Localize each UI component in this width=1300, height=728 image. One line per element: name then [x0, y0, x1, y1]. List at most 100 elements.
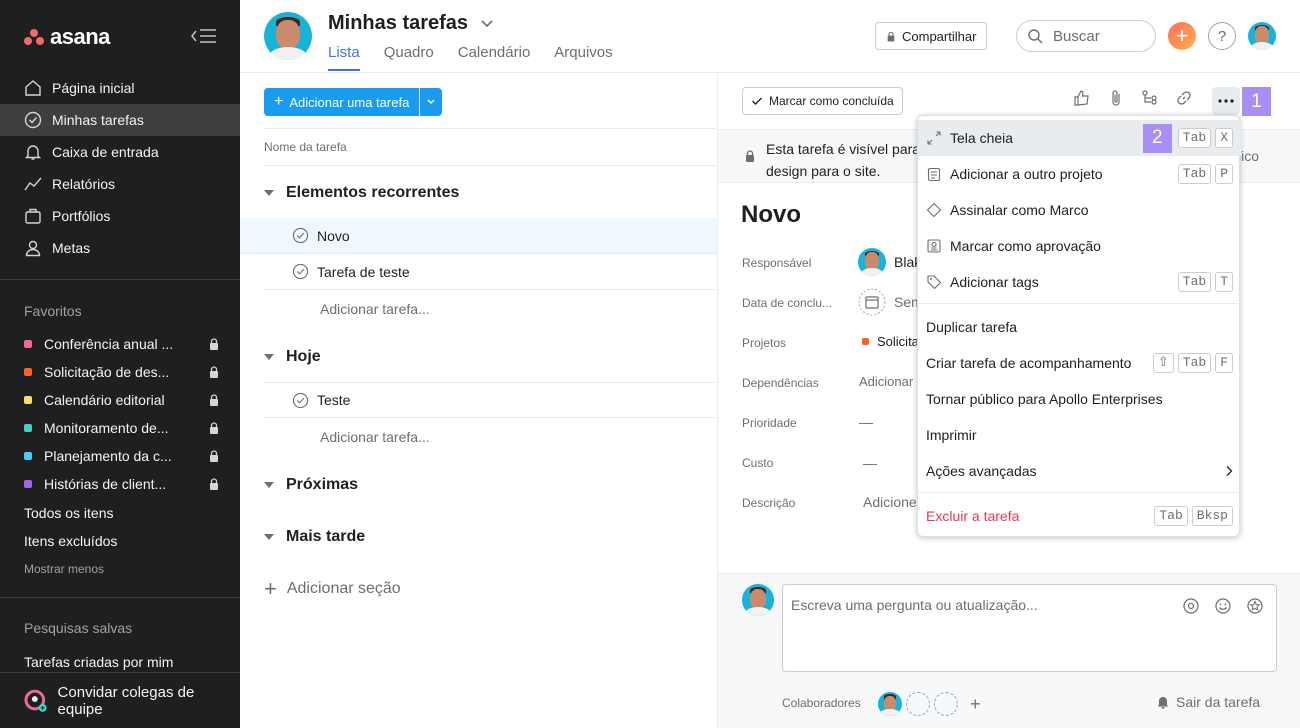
menu-item-followup[interactable]: Criar tarefa de acompanhamento ⇧ Tab F [918, 345, 1241, 381]
mention-icon[interactable] [1182, 597, 1200, 615]
more-actions-menu: Tela cheia 2 Tab X Adicionar a outro pro… [917, 115, 1241, 537]
chevron-down-icon [427, 99, 435, 105]
share-button[interactable]: Compartilhar [875, 22, 988, 50]
add-task-label: Adicionar uma tarefa [289, 94, 410, 110]
favorite-item[interactable]: Conferência anual ... [24, 330, 220, 358]
tab-board[interactable]: Quadro [384, 44, 434, 71]
tab-list[interactable]: Lista [328, 44, 360, 71]
cost-value[interactable]: — [863, 455, 877, 471]
user-avatar[interactable] [264, 12, 312, 60]
column-header: Nome da tarefa [264, 128, 717, 166]
profile-avatar[interactable] [1248, 22, 1276, 50]
star-icon[interactable] [1246, 597, 1264, 615]
triangle-down-icon[interactable] [264, 354, 274, 360]
dependencies-value[interactable]: Adicionar d [859, 374, 924, 389]
nav-my-tasks[interactable]: Minhas tarefas [0, 104, 240, 136]
section-header[interactable]: Hoje [264, 348, 321, 366]
task-row[interactable]: Novo [240, 218, 717, 254]
tab-calendar[interactable]: Calendário [458, 44, 531, 71]
search-input[interactable]: Buscar [1016, 20, 1156, 52]
project-value[interactable]: Solicita [862, 334, 919, 349]
subtask-icon[interactable] [1141, 89, 1159, 107]
collapse-sidebar-icon[interactable] [190, 26, 218, 46]
tab-files[interactable]: Arquivos [554, 44, 612, 71]
favorite-item[interactable]: Solicitação de des... [24, 358, 220, 386]
favorite-item[interactable]: Calendário editorial [24, 386, 220, 414]
check-circle-icon[interactable] [292, 392, 309, 409]
column-header-label[interactable]: Nome da tarefa [264, 140, 347, 154]
menu-item-add-tags[interactable]: Adicionar tags Tab T [918, 264, 1241, 300]
priority-value[interactable]: — [859, 414, 873, 430]
check-circle-icon[interactable] [292, 227, 309, 244]
banner-tail[interactable]: lico [1238, 148, 1259, 164]
shortcut-keys: Tab X [1177, 128, 1233, 148]
favorite-item[interactable]: Histórias de client... [24, 470, 220, 498]
leave-task-button[interactable]: Sair da tarefa [1156, 694, 1260, 710]
menu-item-milestone[interactable]: Assinalar como Marco [918, 192, 1241, 228]
emoji-icon[interactable] [1214, 597, 1232, 615]
due-date-value[interactable]: Sem [858, 288, 923, 316]
saved-search-item[interactable]: Tarefas criadas por mim [24, 654, 173, 670]
menu-label: Tela cheia [950, 130, 1014, 146]
nav-goals[interactable]: Metas [0, 232, 240, 264]
section-header[interactable]: Mais tarde [264, 528, 365, 546]
nav-inbox[interactable]: Caixa de entrada [0, 136, 240, 168]
page-title: Minhas tarefas [328, 12, 494, 35]
add-collaborator-placeholder[interactable] [934, 692, 958, 716]
nav-home[interactable]: Página inicial [0, 72, 240, 104]
paperclip-icon[interactable] [1107, 89, 1125, 107]
triangle-down-icon[interactable] [264, 534, 274, 540]
assignee-value[interactable]: Blak [858, 248, 921, 276]
favorite-label: Conferência anual ... [44, 336, 174, 352]
menu-item-duplicate[interactable]: Duplicar tarefa [918, 309, 1241, 345]
plus-icon[interactable]: + [970, 694, 981, 715]
task-row[interactable]: Teste [264, 382, 717, 418]
more-actions-button[interactable] [1212, 87, 1240, 115]
task-title[interactable]: Novo [741, 201, 801, 229]
menu-item-add-project[interactable]: Adicionar a outro projeto Tab P [918, 156, 1241, 192]
task-row[interactable]: Tarefa de teste [264, 254, 717, 290]
lock-icon [210, 338, 218, 350]
invite-teammates-button[interactable]: Convidar colegas de equipe [0, 672, 240, 728]
asana-logo[interactable]: asana [24, 24, 110, 50]
add-task-button-group: + Adicionar uma tarefa [264, 88, 443, 116]
menu-item-approval[interactable]: Marcar como aprovação [918, 228, 1241, 264]
add-collaborator-placeholder[interactable] [906, 692, 930, 716]
add-task-row[interactable]: Adicionar tarefa... [320, 429, 430, 445]
quick-add-button[interactable]: + [1168, 22, 1196, 50]
nav-reports[interactable]: Relatórios [0, 168, 240, 200]
menu-item-print[interactable]: Imprimir [918, 417, 1241, 453]
show-less-link[interactable]: Mostrar menos [24, 562, 104, 576]
section-header[interactable]: Próximas [264, 476, 358, 494]
check-circle-icon[interactable] [292, 263, 309, 280]
all-items-link[interactable]: Todos os itens [24, 505, 114, 521]
menu-divider [918, 303, 1241, 304]
nav-portfolios[interactable]: Portfólios [0, 200, 240, 232]
menu-item-fullscreen[interactable]: Tela cheia 2 Tab X [918, 120, 1241, 156]
description-value[interactable]: Adicione [863, 494, 917, 510]
favorite-item[interactable]: Monitoramento de... [24, 414, 220, 442]
menu-item-make-public[interactable]: Tornar público para Apollo Enterprises [918, 381, 1241, 417]
add-task-row[interactable]: Adicionar tarefa... [320, 301, 430, 317]
thumbs-up-icon[interactable] [1073, 89, 1091, 107]
add-task-dropdown[interactable] [420, 88, 443, 116]
section-header[interactable]: Elementos recorrentes [264, 184, 459, 202]
add-task-button[interactable]: + Adicionar uma tarefa [264, 88, 420, 116]
plus-icon: + [274, 93, 284, 110]
lock-icon [210, 394, 218, 406]
chevron-down-icon[interactable] [480, 19, 494, 29]
deleted-items-link[interactable]: Itens excluídos [24, 533, 117, 549]
collaborator-avatar[interactable] [878, 692, 902, 716]
menu-item-advanced[interactable]: Ações avançadas [918, 453, 1241, 489]
link-icon[interactable] [1175, 89, 1193, 107]
menu-item-delete[interactable]: Excluir a tarefa Tab Bksp [918, 498, 1241, 534]
favorite-item[interactable]: Planejamento da c... [24, 442, 220, 470]
mark-complete-button[interactable]: Marcar como concluída [742, 87, 903, 115]
triangle-down-icon[interactable] [264, 482, 274, 488]
help-button[interactable]: ? [1208, 22, 1236, 50]
lock-icon [887, 31, 895, 41]
banner-text: Esta tarefa é visível para design para o… [766, 141, 921, 179]
triangle-down-icon[interactable] [264, 190, 274, 196]
add-section-button[interactable]: + Adicionar seção [264, 578, 401, 600]
comment-input[interactable]: Escreva uma pergunta ou atualização... [782, 584, 1277, 672]
